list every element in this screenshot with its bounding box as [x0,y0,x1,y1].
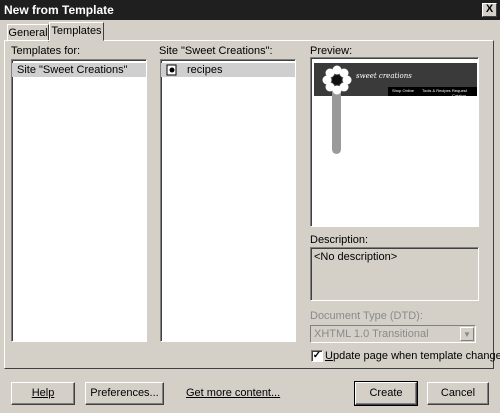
tab-templates[interactable]: Templates [49,22,104,41]
preview-sidebar-strip [332,86,341,154]
update-page-checkbox[interactable]: ✓ [311,350,323,362]
preview-nav-item: Request Catalog [452,88,467,98]
doctype-label: Document Type (DTD): [310,310,423,322]
preview-logo-text: sweet creations [356,72,412,80]
tab-templates-label: Templates [51,25,102,37]
site-list-label: Site "Sweet Creations": [159,45,273,57]
help-button-label: Help [31,387,55,399]
templates-for-label: Templates for: [11,45,81,57]
create-button-label: Create [369,387,403,399]
preferences-button[interactable]: Preferences... [85,382,164,405]
chevron-down-icon[interactable]: ▼ [460,327,474,341]
preview-nav-item: Shop Online [392,88,415,93]
site-template-list[interactable]: recipes [160,59,296,342]
preview-pane: sweet creations Shop Online Tools & Reci… [310,57,479,227]
template-file-icon [166,64,177,76]
tab-general-label: General [8,27,48,39]
doctype-value: XHTML 1.0 Transitional [314,328,429,340]
preview-nav-item: Tools & Recipes [422,88,451,93]
get-more-content-link[interactable]: Get more content... [186,387,280,399]
list-item-label: Site "Sweet Creations" [17,64,128,76]
list-item[interactable]: recipes [161,63,295,77]
flower-logo-icon [322,65,352,95]
preview-label: Preview: [310,45,353,57]
doctype-select[interactable]: XHTML 1.0 Transitional ▼ [310,325,476,343]
list-item-label: recipes [187,64,223,76]
update-page-label-text: pdate page when template changes [332,350,500,362]
description-box: <No description> [310,247,479,301]
update-page-label: Update page when template changes [325,350,500,362]
description-value: <No description> [314,251,398,263]
cancel-button[interactable]: Cancel [427,382,489,405]
templates-for-list[interactable]: Site "Sweet Creations" [11,59,147,342]
description-label: Description: [310,234,369,246]
create-button[interactable]: Create [354,381,418,406]
list-item[interactable]: Site "Sweet Creations" [12,63,146,77]
help-button[interactable]: Help [11,382,75,405]
cancel-button-label: Cancel [440,387,476,399]
title-bar: New from Template X [0,0,500,20]
preview-nav: Shop Online Tools & Recipes Request Cata… [388,87,477,98]
preferences-button-label: Preferences... [90,387,159,399]
close-button[interactable]: X [482,3,497,17]
close-icon: X [485,3,494,15]
window-title: New from Template [4,3,114,17]
